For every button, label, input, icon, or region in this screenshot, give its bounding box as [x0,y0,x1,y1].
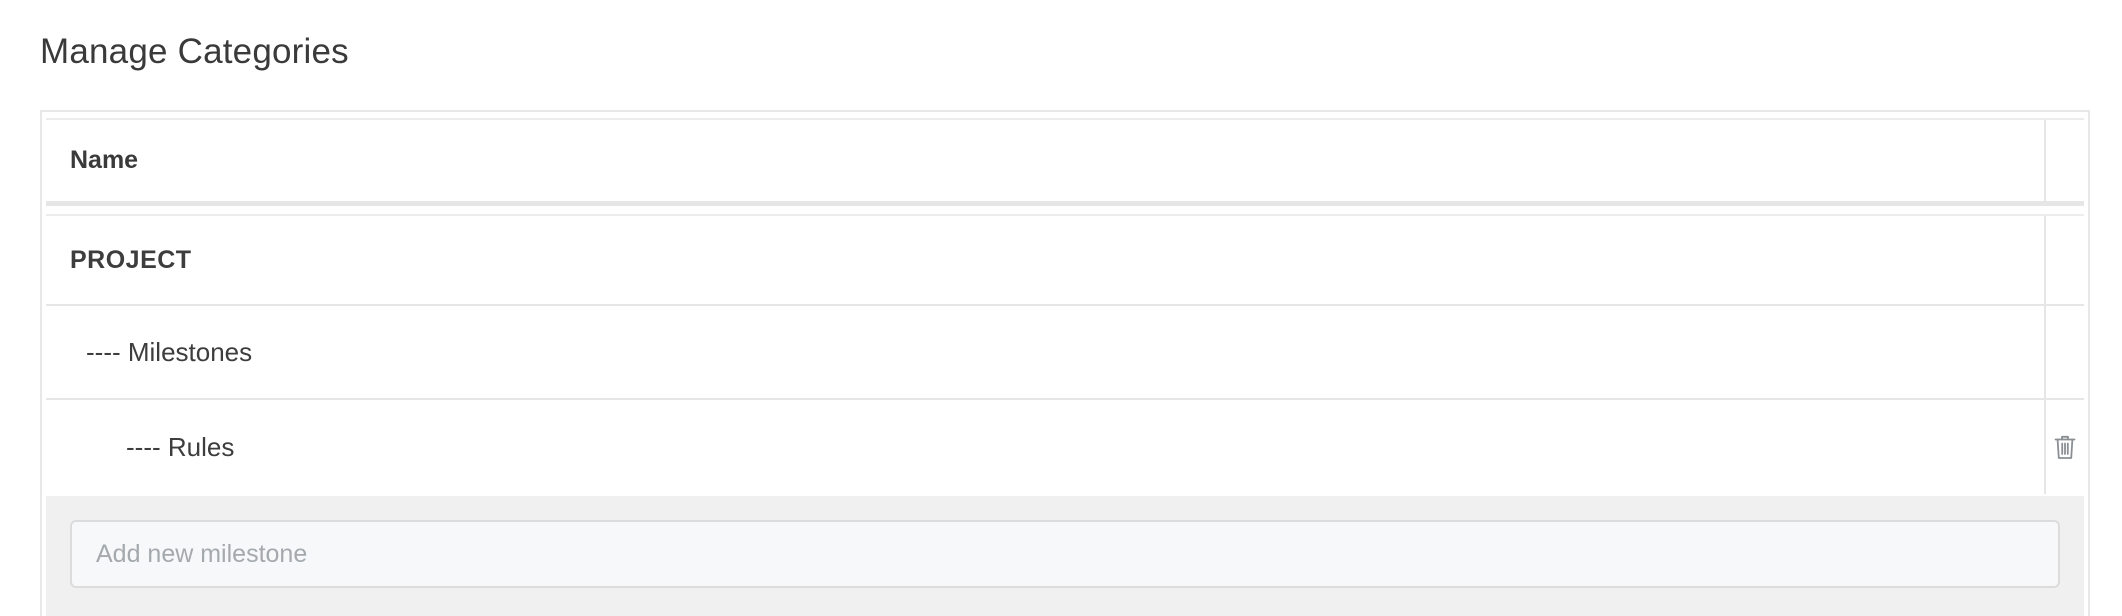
category-name-project: PROJECT [46,216,2046,304]
table-row[interactable]: ---- Milestones [46,306,2084,400]
add-milestone-row [46,496,2084,616]
table-header-row: Name [46,118,2084,206]
category-name-rules: ---- Rules [46,400,2046,494]
row-actions [2046,400,2084,494]
table-row[interactable]: PROJECT [46,214,2084,306]
trash-icon[interactable] [2054,434,2076,460]
row-actions [2046,216,2084,304]
categories-table: Name PROJECT ---- Milestones ---- Rules [40,110,2090,616]
actions-column-header [2046,120,2084,201]
table-row[interactable]: ---- Rules [46,400,2084,494]
add-milestone-input[interactable] [70,520,2060,588]
row-actions [2046,306,2084,398]
category-name-milestones: ---- Milestones [46,306,2046,398]
page-title: Manage Categories [40,32,349,71]
name-column-header: Name [46,120,2046,201]
